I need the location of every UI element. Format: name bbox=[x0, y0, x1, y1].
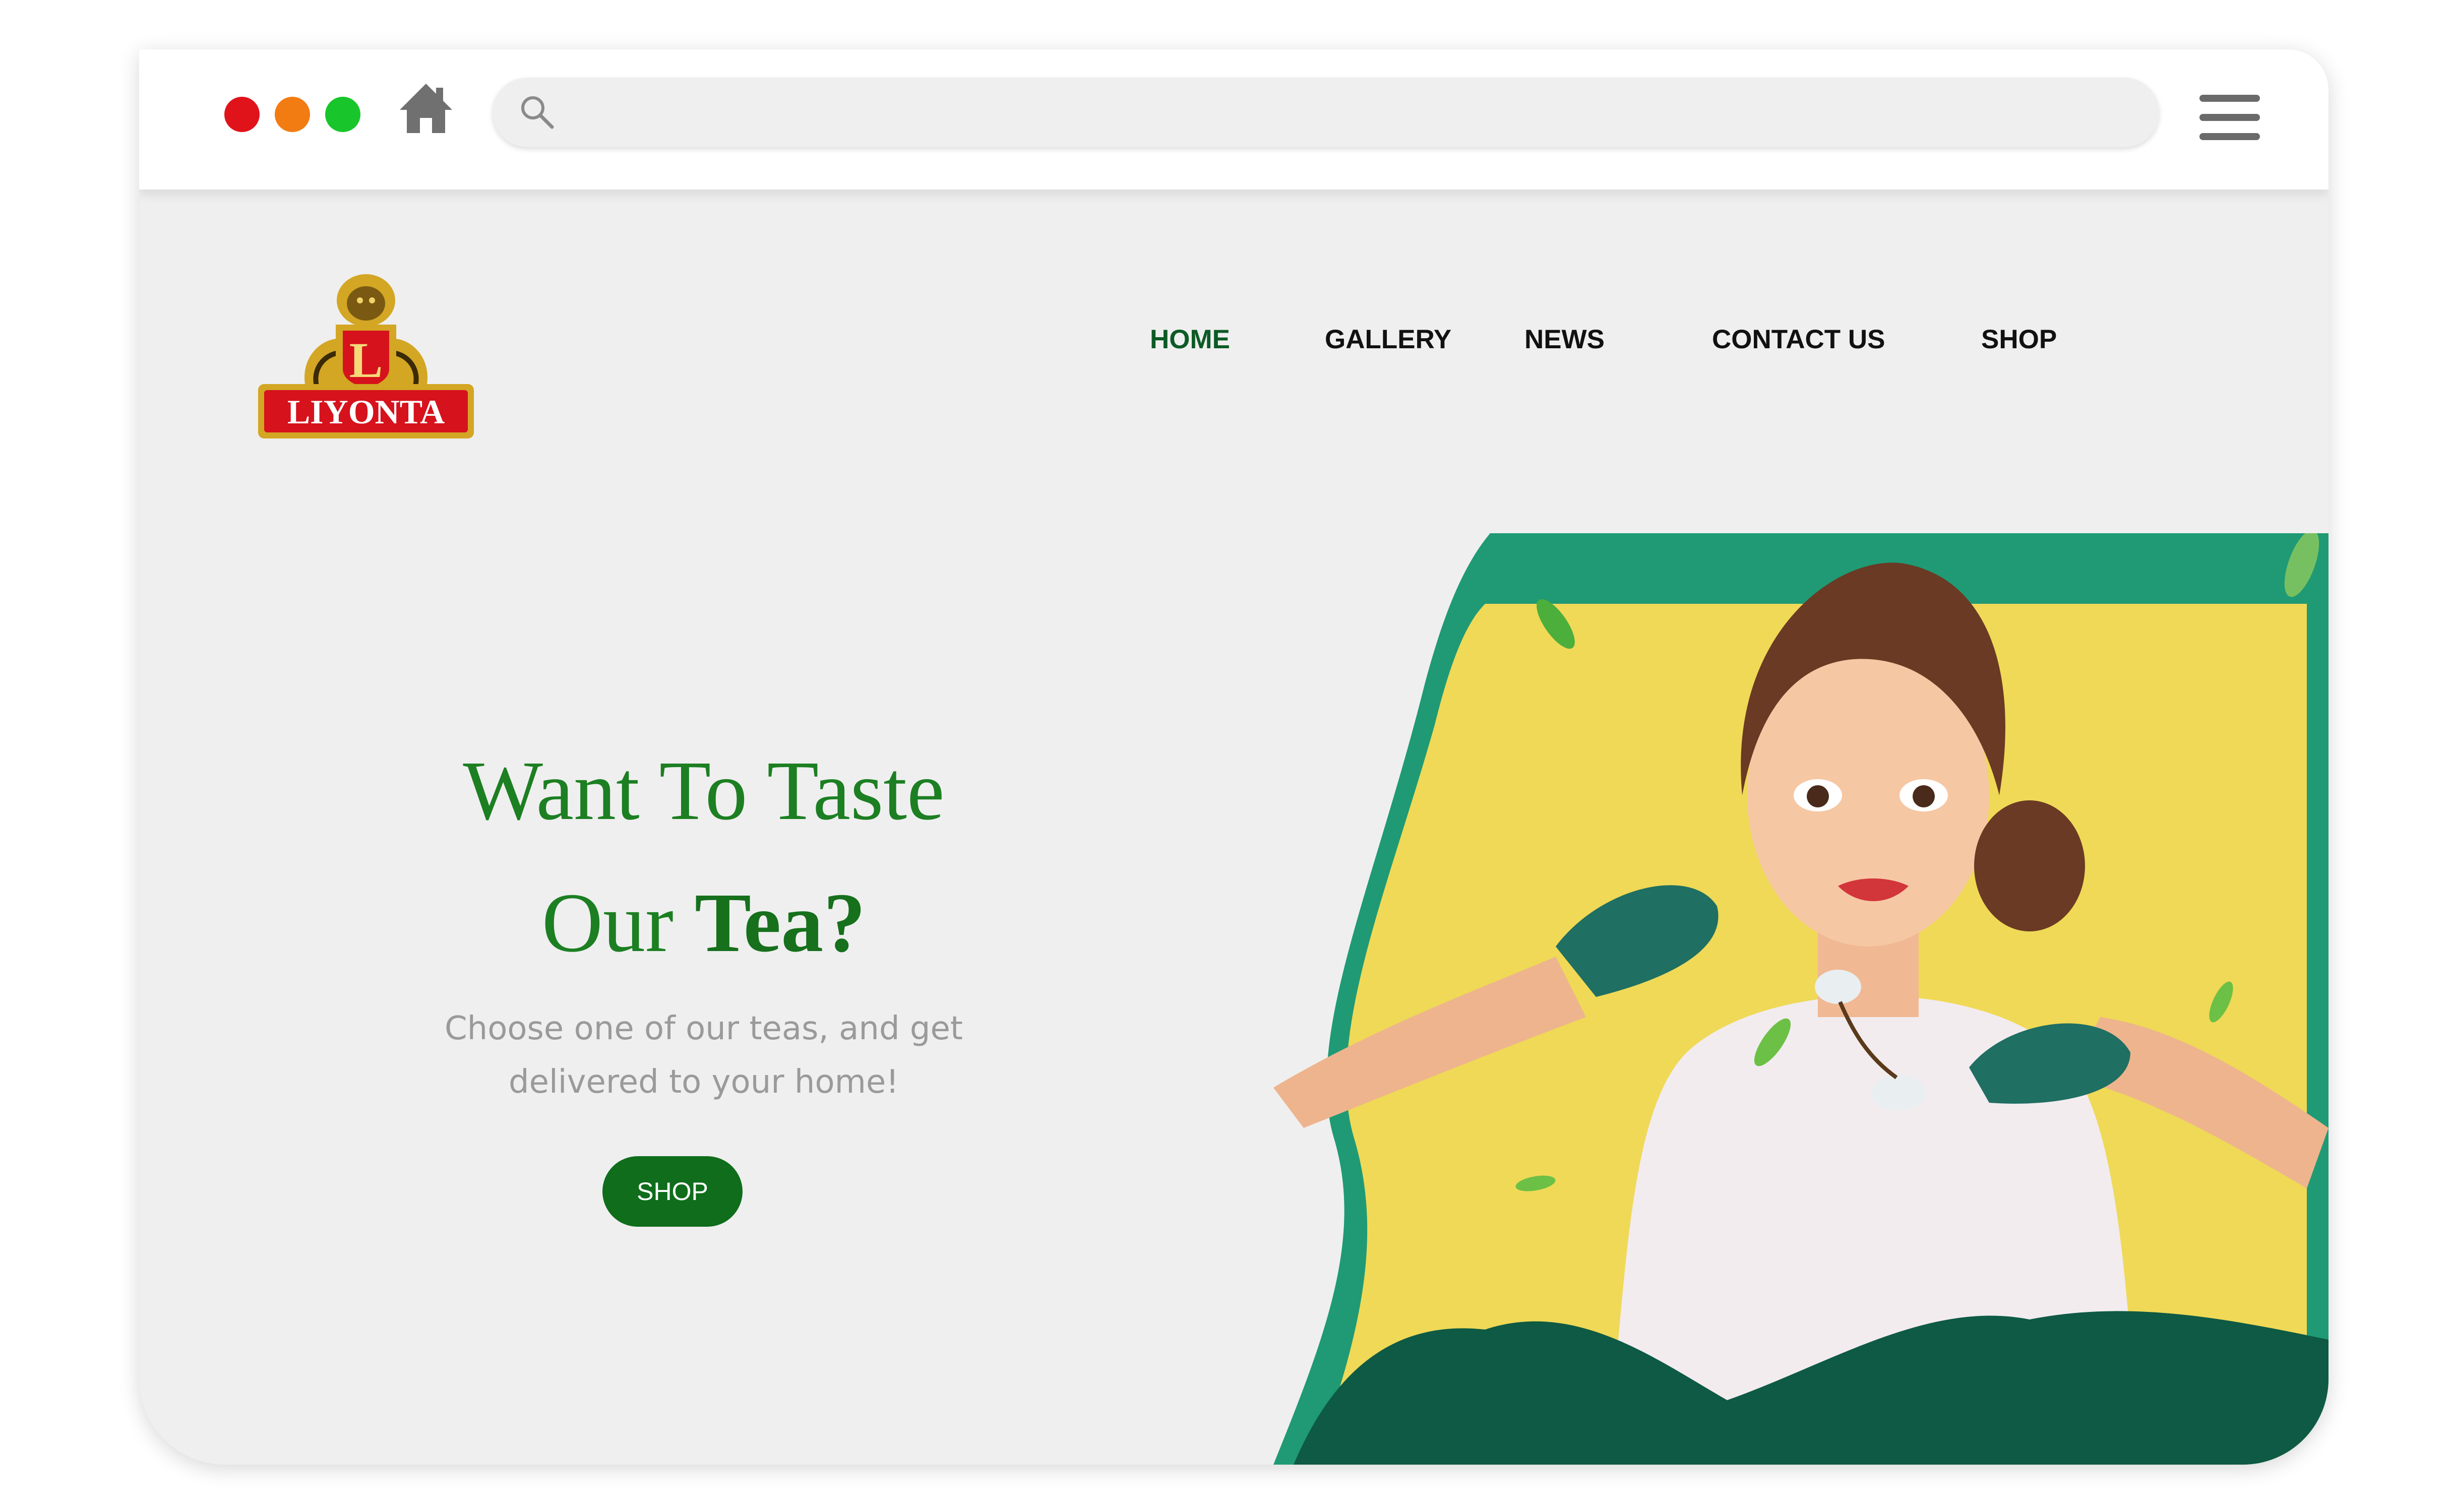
hero-title-bold: Tea? bbox=[695, 876, 866, 970]
hero-subtitle-line-2: delivered to your home! bbox=[509, 1063, 899, 1101]
hero-illustration bbox=[1273, 533, 2329, 1465]
nav-gallery[interactable]: GALLERY bbox=[1325, 324, 1451, 355]
maximize-window-button[interactable] bbox=[325, 97, 360, 132]
address-input[interactable] bbox=[573, 92, 2126, 133]
browser-window: L LIYONTA HOME GALLERY NEWS CONTACT US S… bbox=[139, 49, 2329, 1465]
home-icon[interactable] bbox=[398, 81, 454, 136]
nav-news[interactable]: NEWS bbox=[1524, 324, 1605, 355]
liyonta-logo[interactable]: L LIYONTA bbox=[251, 265, 481, 467]
logo-monogram: L bbox=[349, 332, 383, 388]
hamburger-menu-icon[interactable] bbox=[2199, 95, 2260, 141]
hero-title-line-2: Our Tea? bbox=[341, 857, 1067, 989]
nav-contact-us[interactable]: CONTACT US bbox=[1712, 324, 1885, 355]
hero-subtitle-line-1: Choose one of our teas, and get bbox=[444, 1010, 963, 1047]
close-window-button[interactable] bbox=[224, 97, 260, 132]
address-bar[interactable] bbox=[493, 78, 2159, 147]
minimize-window-button[interactable] bbox=[275, 97, 310, 132]
nav-home[interactable]: HOME bbox=[1150, 324, 1230, 355]
search-icon bbox=[521, 96, 554, 129]
logo-wordmark: LIYONTA bbox=[287, 393, 445, 431]
hero-title-line-1: Want To Taste bbox=[463, 744, 945, 838]
nav-shop[interactable]: SHOP bbox=[1981, 324, 2057, 355]
hero-title-regular: Our bbox=[541, 876, 674, 970]
hero-subtitle: Choose one of our teas, and get delivere… bbox=[341, 1002, 1067, 1109]
hero-title: Want To Taste Our Tea? bbox=[341, 725, 1067, 989]
browser-toolbar bbox=[139, 49, 2329, 190]
hero-shop-button[interactable]: SHOP bbox=[602, 1156, 743, 1227]
